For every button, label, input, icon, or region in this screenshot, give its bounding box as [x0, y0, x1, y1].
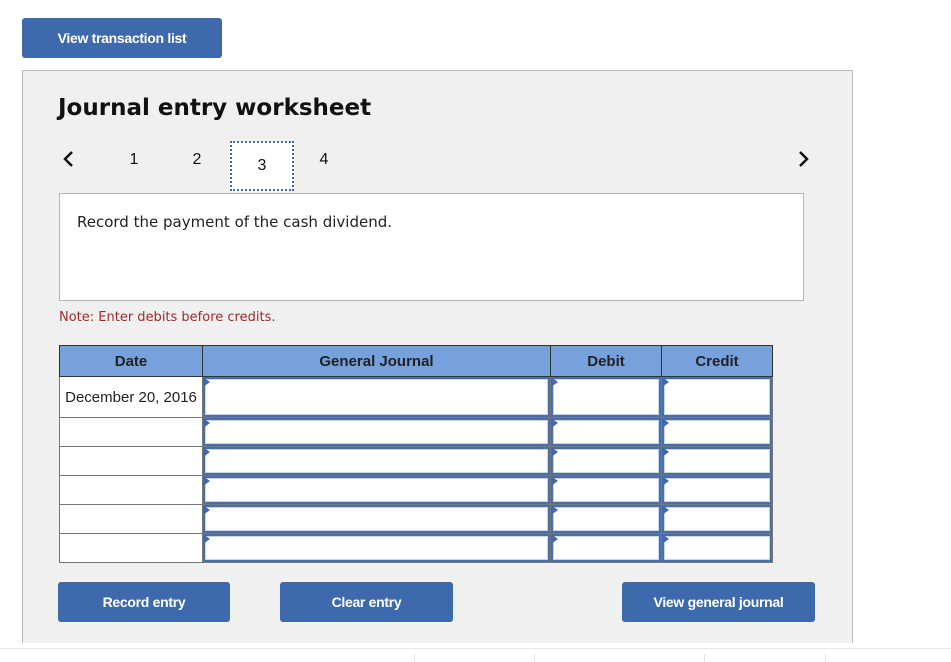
credit-input[interactable]	[664, 507, 770, 531]
debit-cell	[550, 504, 662, 534]
credit-cell	[661, 376, 773, 418]
page-tab-3[interactable]: 3	[230, 141, 294, 191]
dropdown-marker-icon	[662, 377, 669, 387]
date-cell	[59, 417, 203, 447]
credit-input[interactable]	[664, 379, 770, 415]
dropdown-marker-icon	[551, 476, 558, 486]
debit-cell	[550, 376, 662, 418]
footer-divider	[825, 654, 826, 662]
dropdown-marker-icon	[662, 418, 669, 428]
general-journal-cell	[202, 417, 551, 447]
general-journal-cell	[202, 475, 551, 505]
debit-cell	[550, 446, 662, 476]
credit-input[interactable]	[664, 420, 770, 444]
dropdown-marker-icon	[551, 377, 558, 387]
general-journal-input[interactable]	[205, 507, 548, 531]
date-cell	[59, 504, 203, 534]
credit-cell	[661, 504, 773, 534]
debit-cell	[550, 475, 662, 505]
credit-input[interactable]	[664, 536, 770, 560]
general-journal-cell	[202, 533, 551, 563]
dropdown-marker-icon	[203, 476, 210, 486]
footer-divider	[704, 654, 705, 662]
table-row	[59, 446, 773, 476]
general-journal-cell	[202, 504, 551, 534]
debit-input[interactable]	[553, 478, 659, 502]
date-cell	[59, 533, 203, 563]
table-row	[59, 475, 773, 505]
dropdown-marker-icon	[203, 534, 210, 544]
general-journal-input[interactable]	[205, 478, 548, 502]
debit-cell	[550, 417, 662, 447]
chevron-right-icon[interactable]	[793, 147, 813, 171]
date-cell: December 20, 2016	[59, 376, 203, 418]
footer-divider	[414, 654, 415, 662]
date-cell	[59, 475, 203, 505]
debit-input[interactable]	[553, 420, 659, 444]
dropdown-marker-icon	[203, 418, 210, 428]
note-text: Note: Enter debits before credits.	[59, 310, 276, 325]
footer-divider	[534, 654, 535, 662]
prompt-text: Record the payment of the cash dividend.	[77, 213, 392, 231]
debit-input[interactable]	[553, 507, 659, 531]
header-debit: Debit	[550, 345, 662, 377]
journal-worksheet-panel: Journal entry worksheet 1 2 3 4 Record t…	[22, 70, 853, 643]
dropdown-marker-icon	[203, 377, 210, 387]
dropdown-marker-icon	[551, 505, 558, 515]
debit-cell	[550, 533, 662, 563]
debit-input[interactable]	[553, 536, 659, 560]
table-row	[59, 504, 773, 534]
general-journal-input[interactable]	[205, 449, 548, 473]
general-journal-input[interactable]	[205, 379, 548, 415]
header-general-journal: General Journal	[202, 345, 551, 377]
header-date: Date	[59, 345, 203, 377]
general-journal-input[interactable]	[205, 420, 548, 444]
page-tab-4[interactable]: 4	[314, 151, 334, 169]
header-credit: Credit	[661, 345, 773, 377]
credit-cell	[661, 475, 773, 505]
view-transaction-list-button[interactable]: View transaction list	[22, 18, 222, 58]
worksheet-title: Journal entry worksheet	[58, 95, 372, 121]
dropdown-marker-icon	[662, 534, 669, 544]
credit-cell	[661, 446, 773, 476]
dropdown-marker-icon	[551, 418, 558, 428]
credit-cell	[661, 533, 773, 563]
date-cell	[59, 446, 203, 476]
general-journal-input[interactable]	[205, 536, 548, 560]
general-journal-cell	[202, 446, 551, 476]
prompt-box: Record the payment of the cash dividend.	[59, 193, 804, 301]
general-journal-cell	[202, 376, 551, 418]
credit-input[interactable]	[664, 449, 770, 473]
credit-input[interactable]	[664, 478, 770, 502]
dropdown-marker-icon	[203, 447, 210, 457]
page-tab-1[interactable]: 1	[124, 151, 144, 169]
dropdown-marker-icon	[662, 476, 669, 486]
chevron-left-icon[interactable]	[59, 147, 79, 171]
clear-entry-button[interactable]: Clear entry	[280, 582, 453, 622]
table-row: December 20, 2016	[59, 376, 773, 418]
footer-divider	[0, 648, 951, 649]
dropdown-marker-icon	[662, 447, 669, 457]
dropdown-marker-icon	[551, 534, 558, 544]
debit-input[interactable]	[553, 379, 659, 415]
table-row	[59, 417, 773, 447]
dropdown-marker-icon	[203, 505, 210, 515]
credit-cell	[661, 417, 773, 447]
record-entry-button[interactable]: Record entry	[58, 582, 230, 622]
view-general-journal-button[interactable]: View general journal	[622, 582, 815, 622]
debit-input[interactable]	[553, 449, 659, 473]
page-tab-2[interactable]: 2	[187, 151, 207, 169]
dropdown-marker-icon	[551, 447, 558, 457]
dropdown-marker-icon	[662, 505, 669, 515]
journal-table: Date General Journal Debit Credit Decemb…	[59, 345, 773, 563]
table-row	[59, 533, 773, 563]
